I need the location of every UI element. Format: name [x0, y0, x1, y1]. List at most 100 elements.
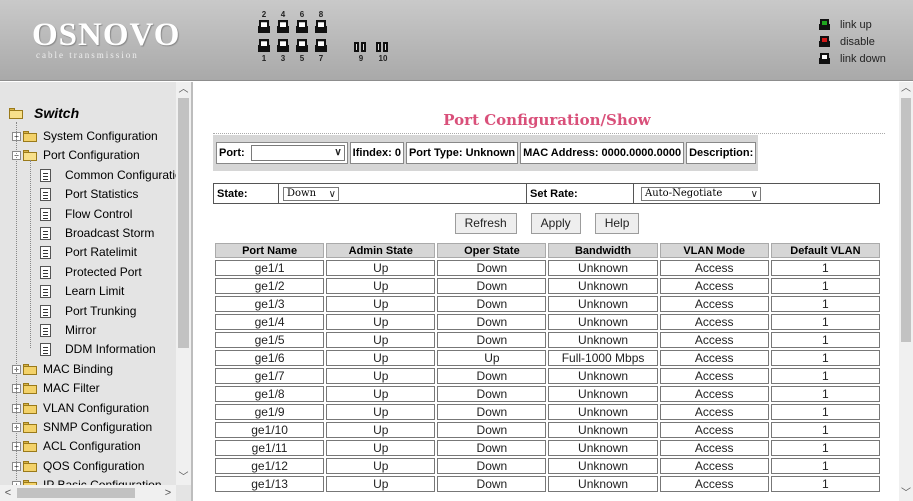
page-icon [40, 168, 51, 182]
scroll-thumb[interactable] [17, 488, 135, 498]
sidebar-item-ip-basic-configuration[interactable]: + IP Basic Configuration [12, 476, 162, 485]
port-link-down-icon[interactable] [277, 39, 289, 52]
state-select[interactable]: Down ∨ [283, 186, 339, 201]
port-link-down-icon[interactable] [296, 20, 308, 33]
page-icon [40, 323, 51, 337]
tree-root-switch[interactable]: Switch [9, 105, 79, 121]
sidebar-item-qos-configuration[interactable]: + QOS Configuration [12, 457, 144, 475]
table-cell: Up [326, 368, 436, 384]
table-cell: 1 [770, 278, 880, 294]
sidebar-item-learn-limit[interactable]: Learn Limit [40, 282, 124, 300]
table-row[interactable]: ge1/10 Up Down Unknown Access 1 [215, 422, 880, 438]
scroll-up-arrow-icon[interactable]: ︿ [899, 82, 913, 96]
sidebar-item-broadcast-storm[interactable]: Broadcast Storm [40, 224, 154, 242]
apply-button[interactable]: Apply [530, 213, 581, 234]
sidebar-vertical-scrollbar[interactable]: ︿ ﹀ [176, 82, 191, 485]
rate-select[interactable]: Auto-Negotiate ∨ [641, 186, 761, 201]
sidebar-item-port-statistics[interactable]: Port Statistics [40, 185, 138, 203]
sidebar-item-port-configuration[interactable]: − Port Configuration [12, 146, 140, 164]
state-label: State: [214, 184, 279, 203]
table-cell: ge1/9 [215, 404, 325, 420]
sidebar-item-snmp-configuration[interactable]: + SNMP Configuration [12, 418, 152, 436]
nav-tree: Switch + System Configuration − Port Config… [0, 82, 176, 485]
sidebar-item-system-configuration[interactable]: + System Configuration [12, 127, 158, 145]
sidebar-item-port-trunking[interactable]: Port Trunking [40, 302, 136, 320]
table-row[interactable]: ge1/9 Up Down Unknown Access 1 [215, 404, 880, 420]
table-cell: ge1/2 [215, 278, 325, 294]
folder-open-icon [23, 149, 37, 161]
table-cell: Unknown [548, 386, 658, 402]
sidebar-item-ddm-information[interactable]: DDM Information [40, 340, 156, 358]
table-cell: Access [659, 476, 769, 492]
page-title: Port Configuration/Show [443, 111, 651, 129]
port-table: Port Name Admin State Oper State Bandwidth V… [213, 241, 882, 494]
table-row[interactable]: ge1/11 Up Down Unknown Access 1 [215, 440, 880, 456]
table-row[interactable]: ge1/12 Up Down Unknown Access 1 [215, 458, 880, 474]
folder-icon [23, 130, 37, 142]
table-row[interactable]: ge1/13 Up Down Unknown Access 1 [215, 476, 880, 492]
table-cell: 1 [770, 440, 880, 456]
port-link-down-icon[interactable] [258, 39, 270, 52]
table-cell: Up [326, 332, 436, 348]
sidebar-horizontal-scrollbar[interactable]: < > [0, 485, 176, 501]
scroll-thumb[interactable] [901, 98, 911, 342]
table-cell: ge1/12 [215, 458, 325, 474]
port-link-down-icon[interactable] [315, 39, 327, 52]
sidebar-item-protected-port[interactable]: Protected Port [40, 263, 142, 281]
table-row[interactable]: ge1/7 Up Down Unknown Access 1 [215, 368, 880, 384]
sfp-port-icon[interactable] [376, 42, 389, 52]
help-button[interactable]: Help [594, 213, 640, 234]
table-row[interactable]: ge1/1 Up Down Unknown Access 1 [215, 260, 880, 276]
port-link-down-icon[interactable] [315, 20, 327, 33]
refresh-button[interactable]: Refresh [454, 213, 517, 234]
ifindex-cell: Ifindex: 0 [349, 142, 404, 164]
port-number: 8 [318, 10, 324, 19]
sidebar-item-port-ratelimit[interactable]: Port Ratelimit [40, 243, 137, 261]
port-select[interactable]: ∨ [250, 145, 345, 161]
sidebar-item-label: System Configuration [43, 129, 158, 143]
table-cell: ge1/1 [215, 260, 325, 276]
scroll-down-arrow-icon[interactable]: ﹀ [176, 470, 191, 485]
table-cell: Down [437, 440, 547, 456]
port-link-down-icon[interactable] [277, 20, 289, 33]
scroll-down-arrow-icon[interactable]: ﹀ [899, 487, 913, 501]
table-row[interactable]: ge1/3 Up Down Unknown Access 1 [215, 296, 880, 312]
state-select-value: Down [287, 187, 317, 199]
sidebar-item-vlan-configuration[interactable]: + VLAN Configuration [12, 399, 149, 417]
port-number: 2 [261, 10, 267, 19]
table-row[interactable]: ge1/8 Up Down Unknown Access 1 [215, 386, 880, 402]
port-select-cell: Port: ∨ [216, 142, 348, 164]
sidebar-item-mac-binding[interactable]: + MAC Binding [12, 360, 113, 378]
scroll-thumb[interactable] [178, 98, 189, 348]
sidebar-item-common-configuratio[interactable]: Common Configuratio [40, 166, 176, 184]
legend-item: disable [819, 33, 886, 50]
scroll-left-arrow-icon[interactable]: < [0, 485, 16, 501]
sidebar-item-flow-control[interactable]: Flow Control [40, 205, 132, 223]
sidebar-item-mac-filter[interactable]: + MAC Filter [12, 379, 100, 397]
table-row[interactable]: ge1/6 Up Up Full-1000 Mbps Access 1 [215, 350, 880, 366]
port-link-down-icon[interactable] [258, 20, 270, 33]
port-number: 1 [261, 54, 267, 63]
page-icon [40, 187, 51, 201]
table-cell: Unknown [548, 404, 658, 420]
sfp-port-icon[interactable] [354, 42, 367, 52]
table-row[interactable]: ge1/2 Up Down Unknown Access 1 [215, 278, 880, 294]
table-cell: ge1/4 [215, 314, 325, 330]
tree-connector [30, 160, 31, 348]
sidebar-item-label: ACL Configuration [43, 439, 141, 453]
table-row[interactable]: ge1/4 Up Down Unknown Access 1 [215, 314, 880, 330]
column-header: Bandwidth [548, 243, 658, 258]
scroll-right-arrow-icon[interactable]: > [160, 485, 176, 501]
table-cell: Unknown [548, 278, 658, 294]
sidebar-item-mirror[interactable]: Mirror [40, 321, 96, 339]
sidebar-item-label: Port Ratelimit [65, 245, 138, 259]
port-link-down-icon[interactable] [296, 39, 308, 52]
column-header: Oper State [437, 243, 547, 258]
content-vertical-scrollbar[interactable]: ︿ ﹀ [899, 82, 913, 501]
scroll-up-arrow-icon[interactable]: ︿ [176, 82, 191, 97]
table-row[interactable]: ge1/5 Up Down Unknown Access 1 [215, 332, 880, 348]
table-cell: 1 [770, 260, 880, 276]
sidebar-item-label: Common Configuratio [65, 168, 176, 182]
folder-icon [23, 402, 37, 414]
sidebar-item-acl-configuration[interactable]: + ACL Configuration [12, 437, 141, 455]
